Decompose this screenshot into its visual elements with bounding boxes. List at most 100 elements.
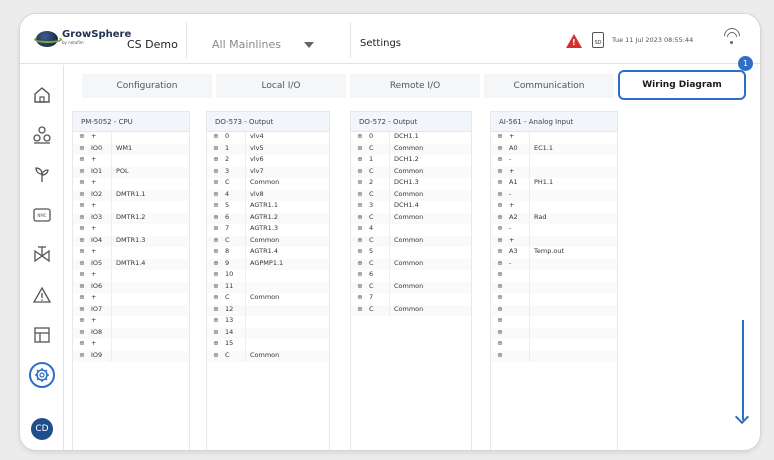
terminal-assignment: POL xyxy=(111,166,189,178)
tab-local-io[interactable]: Local I/O xyxy=(216,74,346,98)
terminal-row: ⊕ - xyxy=(491,258,617,270)
terminal-assignment xyxy=(111,304,189,316)
gear-icon[interactable] xyxy=(28,361,56,389)
tab-remote-io[interactable]: Remote I/O xyxy=(350,74,480,98)
terminal-screw-icon: ⊕ xyxy=(79,143,85,152)
settings-link[interactable]: Settings xyxy=(360,38,401,49)
terminal-row: ⊕ 4 vlv8 xyxy=(207,189,329,201)
terminal-screw-icon: ⊕ xyxy=(497,327,503,336)
terminal-row: ⊕ C Common xyxy=(351,304,471,316)
terminal-row: ⊕ 3 DCH1.4 xyxy=(351,201,471,213)
controller-icon[interactable]: NMC xyxy=(28,201,56,229)
terminal-id: C xyxy=(225,350,230,359)
terminal-screw-icon: ⊕ xyxy=(79,350,85,359)
terminal-id: + xyxy=(91,270,97,278)
terminal-screw-icon: ⊕ xyxy=(79,316,85,324)
terminal-assignment xyxy=(111,201,189,213)
terminal-row: ⊕ + xyxy=(73,339,189,351)
terminal-id: 4 xyxy=(225,189,230,198)
terminal-row: ⊕ 4 xyxy=(351,224,471,236)
terminal-row: ⊕ + xyxy=(73,316,189,328)
terminal-id: + xyxy=(91,339,97,347)
home-icon[interactable] xyxy=(28,81,56,109)
tab-bar: Configuration Local I/O Remote I/O Commu… xyxy=(82,70,752,102)
mainline-select[interactable]: All Mainlines xyxy=(196,22,326,58)
terminal-assignment: DCH1.3 xyxy=(389,178,471,190)
terminal-screw-icon: ⊕ xyxy=(79,166,85,175)
terminal-id: 5 xyxy=(225,201,230,209)
terminal-screw-icon: ⊕ xyxy=(497,235,503,244)
terminal-id: IO0 xyxy=(91,143,103,152)
terminal-assignment: Common xyxy=(245,178,329,190)
terminal-assignment xyxy=(529,224,617,236)
site-name[interactable]: CS Demo xyxy=(127,38,178,51)
tab-communication[interactable]: Communication xyxy=(484,74,614,98)
plants-icon[interactable] xyxy=(28,121,56,149)
terminal-row: ⊕ 6 xyxy=(351,270,471,282)
terminal-id: + xyxy=(509,166,515,175)
terminal-assignment: EC1.1 xyxy=(529,143,617,155)
terminal-screw-icon: ⊕ xyxy=(357,235,363,244)
terminal-screw-icon: ⊕ xyxy=(357,224,363,232)
valve-icon[interactable] xyxy=(28,241,56,269)
terminal-assignment: Common xyxy=(245,293,329,305)
terminal-row: ⊕ + xyxy=(73,224,189,236)
terminal-id: C xyxy=(369,235,374,244)
terminal-screw-icon: ⊕ xyxy=(213,189,219,198)
terminal-screw-icon: ⊕ xyxy=(497,281,503,290)
terminal-assignment xyxy=(245,281,329,293)
terminal-row: ⊕ A1 PH1.1 xyxy=(491,178,617,190)
terminal-row: ⊕ C Common xyxy=(207,235,329,247)
terminal-id: C xyxy=(369,258,374,267)
terminal-row: ⊕ - xyxy=(491,189,617,201)
terminal-id: C xyxy=(225,178,230,186)
terminal-row: ⊕ IO7 xyxy=(73,304,189,316)
terminal-assignment: Rad xyxy=(529,212,617,224)
terminal-row: ⊕ + xyxy=(491,201,617,213)
terminal-row: ⊕ - xyxy=(491,224,617,236)
terminal-screw-icon: ⊕ xyxy=(357,155,363,163)
terminal-screw-icon: ⊕ xyxy=(357,270,363,278)
terminal-screw-icon: ⊕ xyxy=(213,212,219,221)
terminal-row: ⊕ 14 xyxy=(207,327,329,339)
terminal-screw-icon: ⊕ xyxy=(357,293,363,301)
terminal-id: C xyxy=(369,189,374,198)
terminal-assignment: AGTR1.2 xyxy=(245,212,329,224)
terminal-id: + xyxy=(91,201,97,209)
terminal-row: ⊕ + xyxy=(73,178,189,190)
terminal-id xyxy=(509,328,529,340)
top-bar: GrowSphere by netafim CS Demo All Mainli… xyxy=(20,14,760,64)
terminal-assignment xyxy=(111,132,189,144)
logo xyxy=(34,27,62,51)
terminal-assignment xyxy=(111,293,189,305)
terminal-id: 4 xyxy=(369,224,374,232)
tab-configuration[interactable]: Configuration xyxy=(82,74,212,98)
terminal-screw-icon: ⊕ xyxy=(79,212,85,221)
terminal-screw-icon: ⊕ xyxy=(497,258,503,267)
terminal-screw-icon: ⊕ xyxy=(79,293,85,301)
terminal-assignment xyxy=(245,270,329,282)
alarm-icon[interactable]: ! xyxy=(566,34,582,50)
terminal-row: ⊕ xyxy=(491,350,617,362)
brand-name: GrowSphere by netafim xyxy=(62,29,132,45)
warning-icon[interactable] xyxy=(28,281,56,309)
terminal-assignment xyxy=(389,270,471,282)
terminal-screw-icon: ⊕ xyxy=(79,201,85,209)
terminal-screw-icon: ⊕ xyxy=(213,224,219,232)
terminal-row: ⊕ C Common xyxy=(207,178,329,190)
avatar[interactable]: CD xyxy=(31,418,53,440)
terminal-assignment: vlv6 xyxy=(245,155,329,167)
terminal-screw-icon: ⊕ xyxy=(497,189,503,198)
terminal-row: ⊕ C Common xyxy=(207,350,329,362)
terminal-id xyxy=(509,282,529,294)
terminal-assignment: Common xyxy=(389,281,471,293)
table-icon[interactable] xyxy=(28,321,56,349)
terminal-screw-icon: ⊕ xyxy=(357,258,363,267)
terminal-assignment xyxy=(529,258,617,270)
tab-wiring-diagram[interactable]: Wiring Diagram xyxy=(618,70,746,100)
terminal-screw-icon: ⊕ xyxy=(497,350,503,359)
terminal-id: C xyxy=(369,166,374,175)
terminal-row: ⊕ xyxy=(491,293,617,305)
sprout-icon[interactable] xyxy=(28,161,56,189)
terminal-row: ⊕ IO3 DMTR1.2 xyxy=(73,212,189,224)
